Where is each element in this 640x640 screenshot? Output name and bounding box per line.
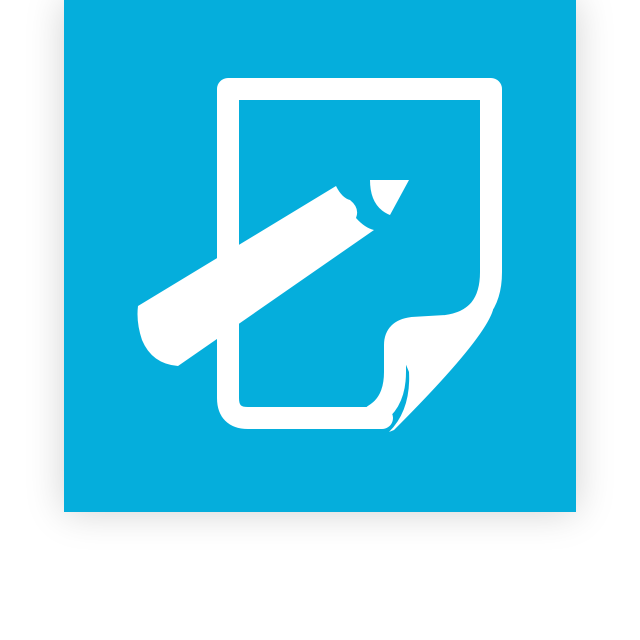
app-tile[interactable] (64, 0, 576, 512)
edit-document-icon (64, 0, 576, 512)
app-tile-container (0, 0, 640, 640)
tile-reflection (64, 512, 576, 640)
